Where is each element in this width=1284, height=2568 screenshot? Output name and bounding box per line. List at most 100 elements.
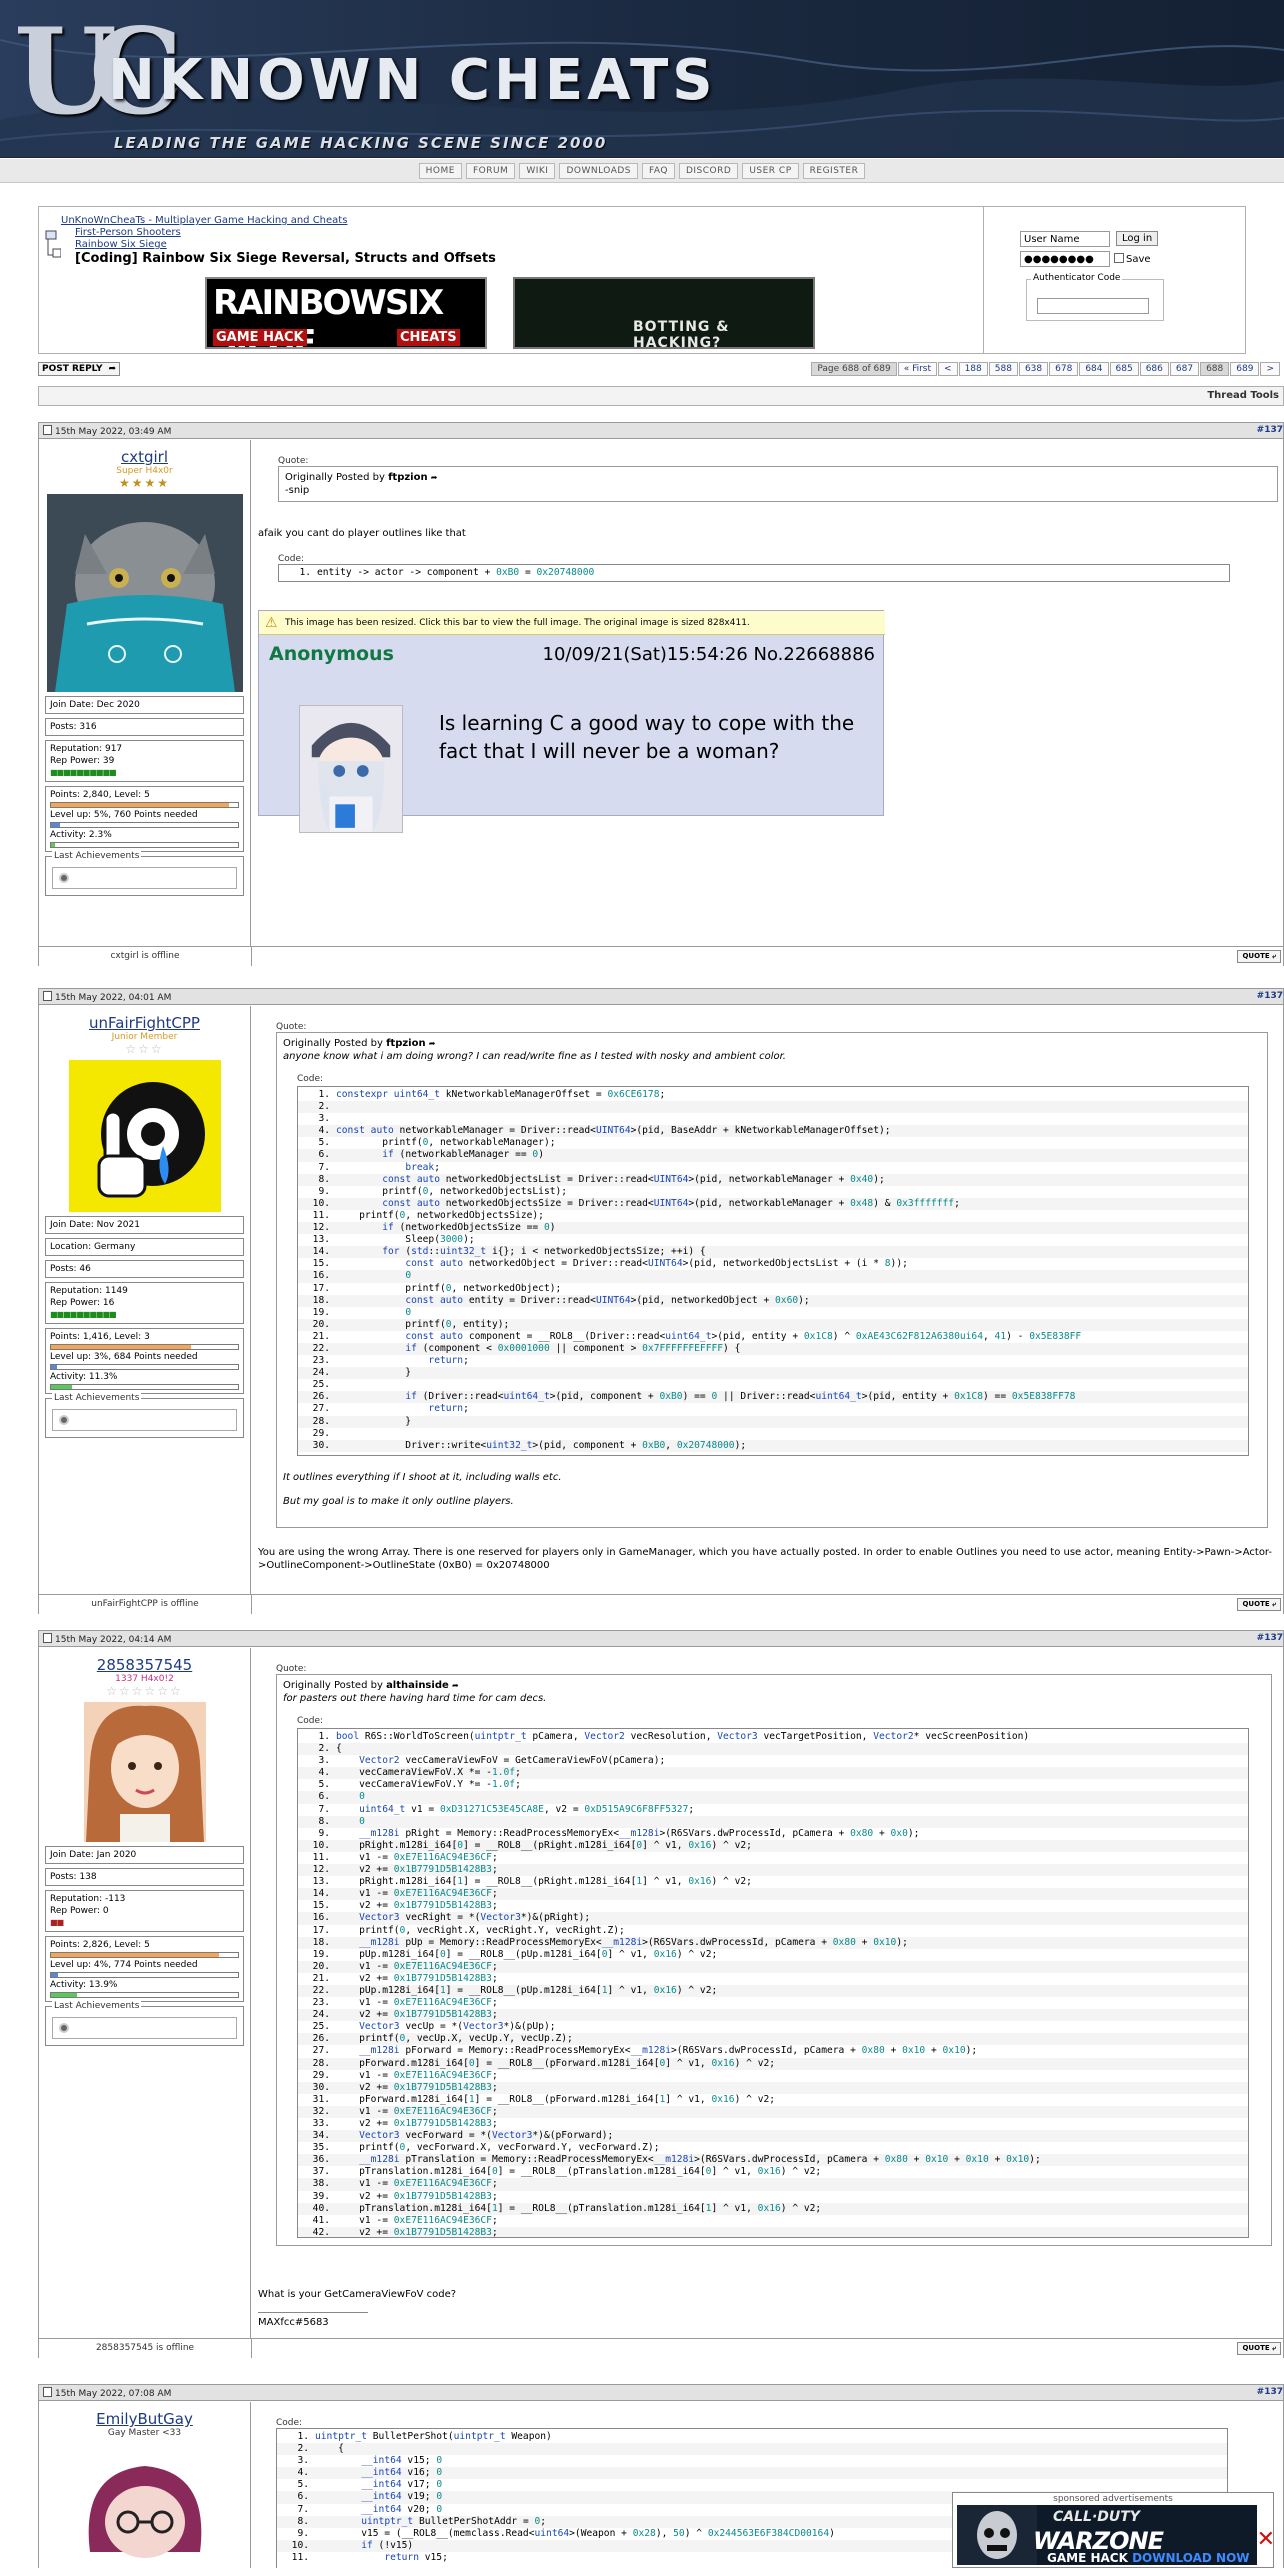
embedded-image[interactable]: This image has been resized. Click this … (258, 610, 885, 833)
level-box: Points: 2,840, Level: 5 Level up: 5%, 76… (45, 786, 244, 852)
achievement-badge-icon[interactable] (59, 2023, 69, 2033)
nav-discord[interactable]: DISCORD (678, 162, 739, 179)
code-line: 38. v1 -= 0xE7E116AC94E36CF; (298, 2178, 1248, 2191)
nav-usercp[interactable]: USER CP (742, 162, 799, 179)
nav-forum[interactable]: FORUM (465, 162, 516, 179)
code-line: 7. break; (318, 1161, 440, 1173)
page-next[interactable]: > (1260, 362, 1280, 376)
user-avatar[interactable] (69, 2442, 220, 2562)
page-link[interactable]: 678 (1049, 362, 1079, 376)
code-line: 8. 0 (298, 1815, 1248, 1828)
page-link[interactable]: 689 (1230, 362, 1260, 376)
page-first[interactable]: « First (897, 362, 938, 376)
view-post-icon[interactable]: ➦ (431, 473, 438, 482)
page-link[interactable]: 685 (1109, 362, 1139, 376)
view-post-icon[interactable]: ➦ (429, 1039, 436, 1048)
nav-wiki[interactable]: WIKI (519, 162, 556, 179)
code-line: 14. v1 -= 0xE7E116AC94E36CF; (298, 1888, 1248, 1901)
post-reply-label: POST REPLY (42, 364, 103, 374)
code-label: Code: (297, 1074, 324, 1084)
code-line: 9. __m128i pRight = Memory::ReadProcessM… (318, 1827, 920, 1839)
username[interactable]: unFairFightCPP (39, 1014, 250, 1032)
user-avatar[interactable] (68, 1060, 221, 1212)
user-avatar[interactable] (46, 494, 243, 692)
banner-ad-botting[interactable]: BOTTING & HACKING? (513, 277, 815, 349)
code-label: Code: (276, 2418, 303, 2428)
page-link[interactable]: 638 (1018, 362, 1049, 376)
page-prev[interactable]: < (938, 362, 958, 376)
rank-stars-icon: ☆☆☆☆☆☆ (106, 1684, 183, 1698)
code-line: 19. 0 (312, 1306, 412, 1318)
achievement-badge-icon[interactable] (59, 1415, 69, 1425)
page-link[interactable]: 188 (958, 362, 988, 376)
posts-box: Posts: 46 (45, 1260, 244, 1278)
sponsored-ad[interactable]: sponsored advertisements CALL·DUTY WARZO… (952, 2492, 1275, 2568)
user-title: 1337 H4x0!2 (115, 1674, 174, 1684)
achievement-badge-icon[interactable] (59, 873, 69, 883)
nav-faq[interactable]: FAQ (642, 162, 675, 179)
code-line: 26. printf(0, vecUp.X, vecUp.Y, vecUp.Z)… (298, 2033, 1248, 2046)
image-resize-notice[interactable]: This image has been resized. Click this … (259, 611, 885, 635)
post-number[interactable]: #137 (1257, 1633, 1283, 1643)
quote-block: Quote: Originally Posted by ftpzion ➦ an… (276, 1022, 1268, 1528)
user-avatar[interactable] (83, 1702, 206, 1842)
breadcrumb-fps[interactable]: First-Person Shooters (75, 227, 181, 238)
quote-button[interactable]: QUOTE ⤶ (1237, 950, 1281, 963)
post-text: What is your GetCameraViewFoV code? (258, 2289, 457, 2300)
breadcrumb-root[interactable]: UnKnoWnCheaTs - Multiplayer Game Hacking… (61, 215, 347, 226)
location-box: Location: Germany (45, 1238, 244, 1256)
user-title: Super H4x0r (116, 466, 173, 476)
rank-stars-icon: ★★★★ (118, 476, 171, 490)
quote-author[interactable]: ftpzion (388, 472, 428, 483)
thread-toolbar: POST REPLY ➦ Page 688 of 689 « First < 18… (38, 360, 1284, 378)
page-link[interactable]: 686 (1139, 362, 1169, 376)
page-link[interactable]: 588 (988, 362, 1018, 376)
quote-button[interactable]: QUOTE ⤶ (1237, 2342, 1281, 2355)
code-line: 17. printf(0, vecRight.X, vecRight.Y, ve… (312, 1924, 625, 1936)
quote-author[interactable]: althainside (386, 1680, 449, 1691)
save-checkbox[interactable]: Save (1114, 253, 1151, 265)
code-line: 40. pTranslation.m128i_i64[1] = __ROL8__… (298, 2202, 1248, 2215)
authenticator-label: Authenticator Code (1031, 273, 1123, 283)
view-post-icon[interactable]: ➦ (452, 1681, 459, 1690)
code-line: 5. __int64 v17; 0 (297, 2479, 443, 2491)
footer-divider (251, 2339, 252, 2358)
code-line: 21. const auto component = __ROL8__(Driv… (312, 1330, 1082, 1342)
reputation: Reputation: -113 (50, 1894, 126, 1904)
nav-downloads[interactable]: DOWNLOADS (559, 162, 639, 179)
page-link[interactable]: 687 (1169, 362, 1200, 376)
warzone-ad-image[interactable]: CALL·DUTY WARZONE GAME HACK DOWNLOAD NOW (957, 2505, 1257, 2565)
post-reply-button[interactable]: POST REPLY ➦ (38, 362, 121, 376)
password-input[interactable] (1020, 251, 1110, 267)
quote-box: Originally Posted by ftpzion ➦ -snip (278, 466, 1278, 502)
quote-author[interactable]: ftpzion (386, 1038, 426, 1049)
login-button[interactable]: Log in (1116, 231, 1159, 246)
thread-tools-menu[interactable]: Thread Tools (1207, 390, 1279, 401)
username[interactable]: 2858357545 (39, 1656, 250, 1674)
post-number[interactable]: #137 (1257, 2387, 1283, 2397)
level-box: Points: 2,826, Level: 5 Level up: 4%, 77… (45, 1936, 244, 2002)
page-link[interactable]: 684 (1079, 362, 1109, 376)
post-number[interactable]: #137 (1257, 991, 1283, 1001)
quote-text: for pasters out there having hard time f… (283, 1693, 547, 1704)
username[interactable]: cxtgirl (39, 448, 250, 466)
post-count: Posts: 316 (50, 722, 97, 732)
checkbox-icon[interactable] (1114, 253, 1124, 263)
username-input[interactable] (1020, 231, 1110, 247)
quote-button[interactable]: QUOTE ⤶ (1237, 1598, 1281, 1611)
banner-ad-r6s[interactable]: RAINBOWSIX SIEGE GAME HACK CHEATS (205, 277, 487, 349)
code-line: 18. const auto entity = Driver::read<UIN… (298, 1294, 1248, 1307)
breadcrumb-r6s[interactable]: Rainbow Six Siege (75, 239, 167, 250)
nav-register[interactable]: REGISTER (802, 162, 866, 179)
close-ad-icon[interactable]: ✕ (1257, 2527, 1275, 2552)
achievements-label: Last Achievements (52, 2001, 142, 2011)
site-banner[interactable]: UC NKNOWN CHEATS LEADING THE GAME HACKIN… (0, 0, 1284, 158)
activity: Activity: 2.3% (50, 830, 112, 840)
breadcrumb-tree-icon (45, 230, 61, 258)
post-footer: unFairFightCPP is offline QUOTE ⤶ (39, 1594, 1283, 1614)
post-number[interactable]: #137 (1257, 425, 1283, 435)
authenticator-input[interactable] (1037, 298, 1149, 314)
anon-message: Is learning C a good way to cope with th… (439, 711, 855, 763)
username[interactable]: EmilyButGay (39, 2410, 250, 2428)
nav-home[interactable]: HOME (418, 162, 462, 179)
